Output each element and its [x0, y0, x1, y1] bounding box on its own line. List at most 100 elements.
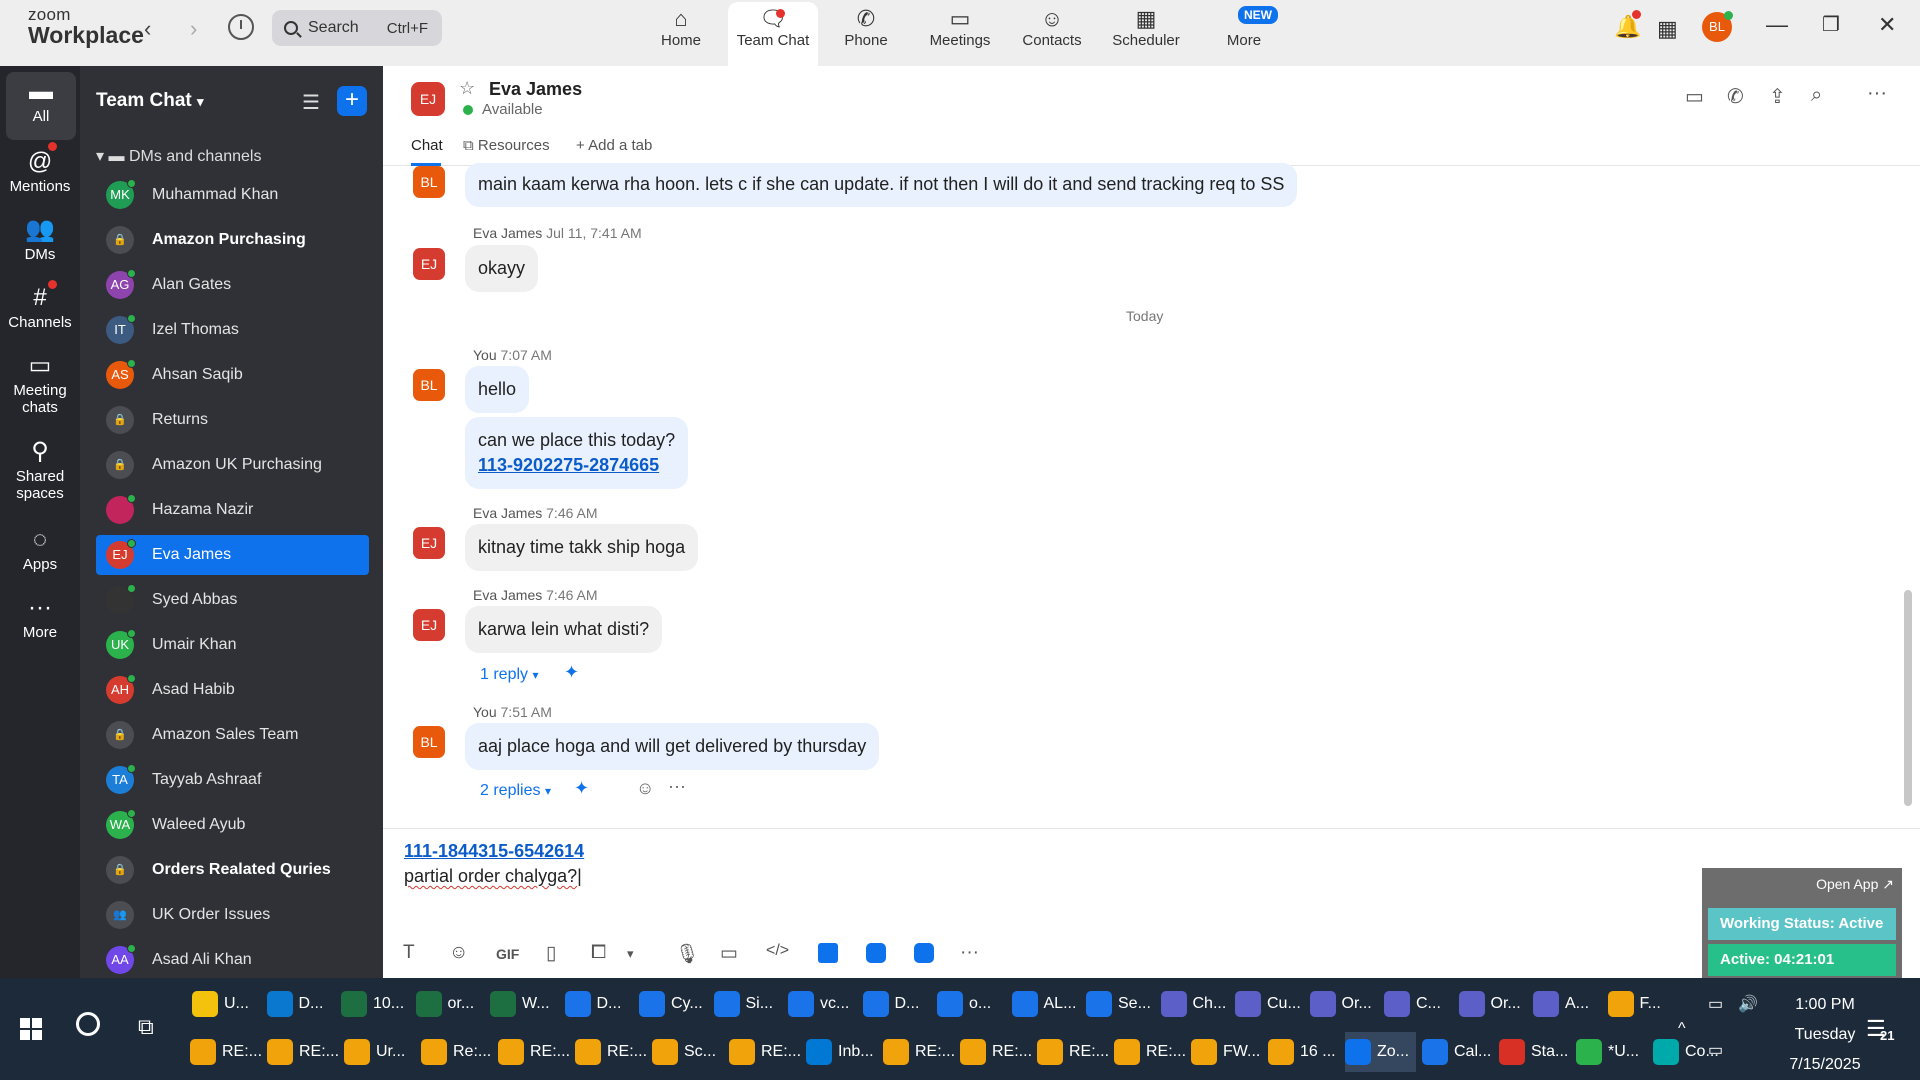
sidebar-item[interactable]: Syed Abbas [96, 580, 369, 620]
history-icon[interactable] [228, 14, 254, 40]
taskbar-app[interactable]: RE:... [883, 1032, 955, 1072]
sidebar-item[interactable]: 🔒 Returns [96, 400, 369, 440]
minimize-icon[interactable]: — [1766, 12, 1788, 38]
taskbar-app[interactable]: RE:... [267, 1032, 339, 1072]
nav-scheduler[interactable]: ▦ Scheduler [1110, 6, 1182, 62]
taskbar-app[interactable]: D... [862, 984, 932, 1024]
rail-channels[interactable]: # Channels [0, 282, 80, 331]
new-chat-button[interactable]: + [337, 86, 367, 116]
nav-contacts[interactable]: ☺ Contacts [1020, 6, 1084, 62]
composer-order-link[interactable]: 111-1844315-6542614 [404, 841, 584, 862]
sender-name[interactable]: Eva James [473, 587, 542, 603]
taskbar-app[interactable]: vc... [788, 984, 857, 1024]
forward-arrow-icon[interactable]: › [190, 16, 197, 42]
message-avatar[interactable]: BL [413, 726, 445, 758]
taskbar-app[interactable]: RE:... [1114, 1032, 1186, 1072]
sidebar-item[interactable]: WA Waleed Ayub [96, 805, 369, 845]
message-avatar[interactable]: EJ [413, 527, 445, 559]
sidebar-item[interactable]: IT Izel Thomas [96, 310, 369, 350]
show-hidden-icons[interactable]: ^ [1678, 1020, 1686, 1038]
taskbar-app[interactable]: Sta... [1499, 1032, 1570, 1072]
rail-all[interactable]: ▬ All [6, 72, 76, 140]
taskbar-app[interactable]: F... [1607, 984, 1677, 1024]
message-avatar[interactable]: BL [413, 369, 445, 401]
more-options-icon[interactable]: ··· [668, 776, 686, 797]
message-composer[interactable]: 111-1844315-6542614 partial order chalyg… [383, 828, 1920, 978]
contact-avatar[interactable]: EJ [411, 82, 445, 116]
more-options-icon[interactable]: ··· [960, 942, 979, 964]
nav-team-chat[interactable]: 🗨 Team Chat [728, 2, 818, 66]
sidebar-item[interactable]: AH Asad Habib [96, 670, 369, 710]
taskbar-app[interactable]: o... [937, 984, 1006, 1024]
sidebar-item[interactable]: 🔒 Orders Realated Quries [96, 850, 369, 890]
message-bubble[interactable]: can we place this today? 113-9202275-287… [465, 417, 689, 489]
taskbar-app[interactable]: RE:... [498, 1032, 570, 1072]
taskbar-app[interactable]: *U... [1576, 1032, 1647, 1072]
sender-name[interactable]: Eva James [473, 505, 542, 521]
search-icon[interactable]: ⌕ [1811, 84, 1822, 107]
message-bubble[interactable]: kitnay time takk ship hoga [465, 524, 699, 571]
sidebar-item[interactable]: Hazama Nazir [96, 490, 369, 530]
emoji-icon[interactable]: ☺ [449, 942, 468, 964]
scrollbar[interactable] [1904, 166, 1912, 806]
star-icon[interactable]: ☆ [459, 78, 475, 99]
taskbar-app[interactable]: RE:... [1037, 1032, 1109, 1072]
message-bubble[interactable]: main kaam kerwa rha hoon. lets c if she … [465, 163, 1298, 207]
composer-text-input[interactable]: partial order chalyga?| [404, 866, 582, 887]
chevron-down-icon[interactable]: ▾ [627, 946, 634, 962]
code-snippet-icon[interactable]: </> [766, 942, 789, 960]
taskbar-app[interactable]: W... [490, 984, 559, 1024]
taskbar-app[interactable]: AL... [1011, 984, 1081, 1024]
task-view-icon[interactable]: ⧉ [138, 1014, 154, 1040]
rail-mentions[interactable]: @ Mentions [0, 146, 80, 195]
taskbar-app[interactable]: Or... [1458, 984, 1528, 1024]
taskbar-app[interactable]: RE:... [190, 1032, 262, 1072]
gif-icon[interactable]: GIF [496, 946, 519, 962]
restore-icon[interactable]: ❐ [1822, 12, 1840, 37]
sender-name[interactable]: Eva James [473, 225, 542, 241]
taskbar-app[interactable]: RE:... [575, 1032, 647, 1072]
sidebar-item[interactable]: AG Alan Gates [96, 265, 369, 305]
sidebar-item[interactable]: AS Ahsan Saqib [96, 355, 369, 395]
sidebar-item[interactable]: 🔒 Amazon Sales Team [96, 715, 369, 755]
close-icon[interactable]: ✕ [1878, 12, 1896, 38]
filter-icon[interactable]: ☰ [302, 90, 320, 115]
contact-name[interactable]: Eva James [489, 79, 582, 100]
message-avatar[interactable]: EJ [413, 609, 445, 641]
section-dms-and-channels[interactable]: ▾ ▬ DMs and channels [96, 146, 261, 166]
ai-sparkle-icon[interactable]: ✦ [564, 662, 579, 683]
taskbar-app[interactable]: Or... [1309, 984, 1379, 1024]
network-icon[interactable]: ▭ [1708, 1040, 1723, 1060]
sidebar-item[interactable]: 🔒 Amazon UK Purchasing [96, 445, 369, 485]
file-icon[interactable]: ▯ [546, 942, 556, 965]
rail-meeting-chats[interactable]: ▭ Meeting chats [0, 350, 80, 416]
taskbar-app[interactable]: Cal... [1422, 1032, 1493, 1072]
taskbar-app[interactable]: RE:... [960, 1032, 1032, 1072]
taskbar-app[interactable]: Sc... [652, 1032, 723, 1072]
app-shortcut-icon[interactable] [818, 943, 838, 963]
message-bubble[interactable]: okayy [465, 245, 539, 292]
tab-chat[interactable]: Chat [411, 137, 443, 154]
rail-shared-spaces[interactable]: ⚲ Shared spaces [0, 436, 80, 502]
nav-phone[interactable]: ✆ Phone [834, 6, 898, 62]
sidebar-item[interactable]: TA Tayyab Ashraaf [96, 760, 369, 800]
thread-replies-link[interactable]: 1 reply ▾ [480, 666, 539, 684]
message-avatar[interactable]: EJ [413, 248, 445, 280]
ai-sparkle-icon[interactable]: ✦ [574, 778, 589, 799]
taskbar-app[interactable]: 16 ... [1268, 1032, 1339, 1072]
windows-start-icon[interactable] [20, 1018, 42, 1040]
taskbar-app[interactable]: or... [415, 984, 485, 1024]
rail-dms[interactable]: 👥 DMs [0, 214, 80, 263]
system-clock[interactable]: 1:00 PM Tuesday 7/15/2025 [1770, 990, 1880, 1080]
sender-name[interactable]: You [473, 704, 497, 720]
more-options-icon[interactable]: ··· [1867, 82, 1887, 105]
taskbar-app[interactable]: Si... [713, 984, 783, 1024]
taskbar-app[interactable]: Se... [1086, 984, 1155, 1024]
share-screen-icon[interactable]: ⇪ [1769, 84, 1786, 109]
add-tab-button[interactable]: + Add a tab [576, 137, 652, 154]
message-avatar[interactable]: BL [413, 166, 445, 198]
sidebar-item[interactable]: UK Umair Khan [96, 625, 369, 665]
emoji-reaction-icon[interactable]: ☺ [636, 778, 654, 799]
message-bubble[interactable]: karwa lein what disti? [465, 606, 663, 653]
open-app-button[interactable]: Open App ↗ [1816, 876, 1894, 893]
